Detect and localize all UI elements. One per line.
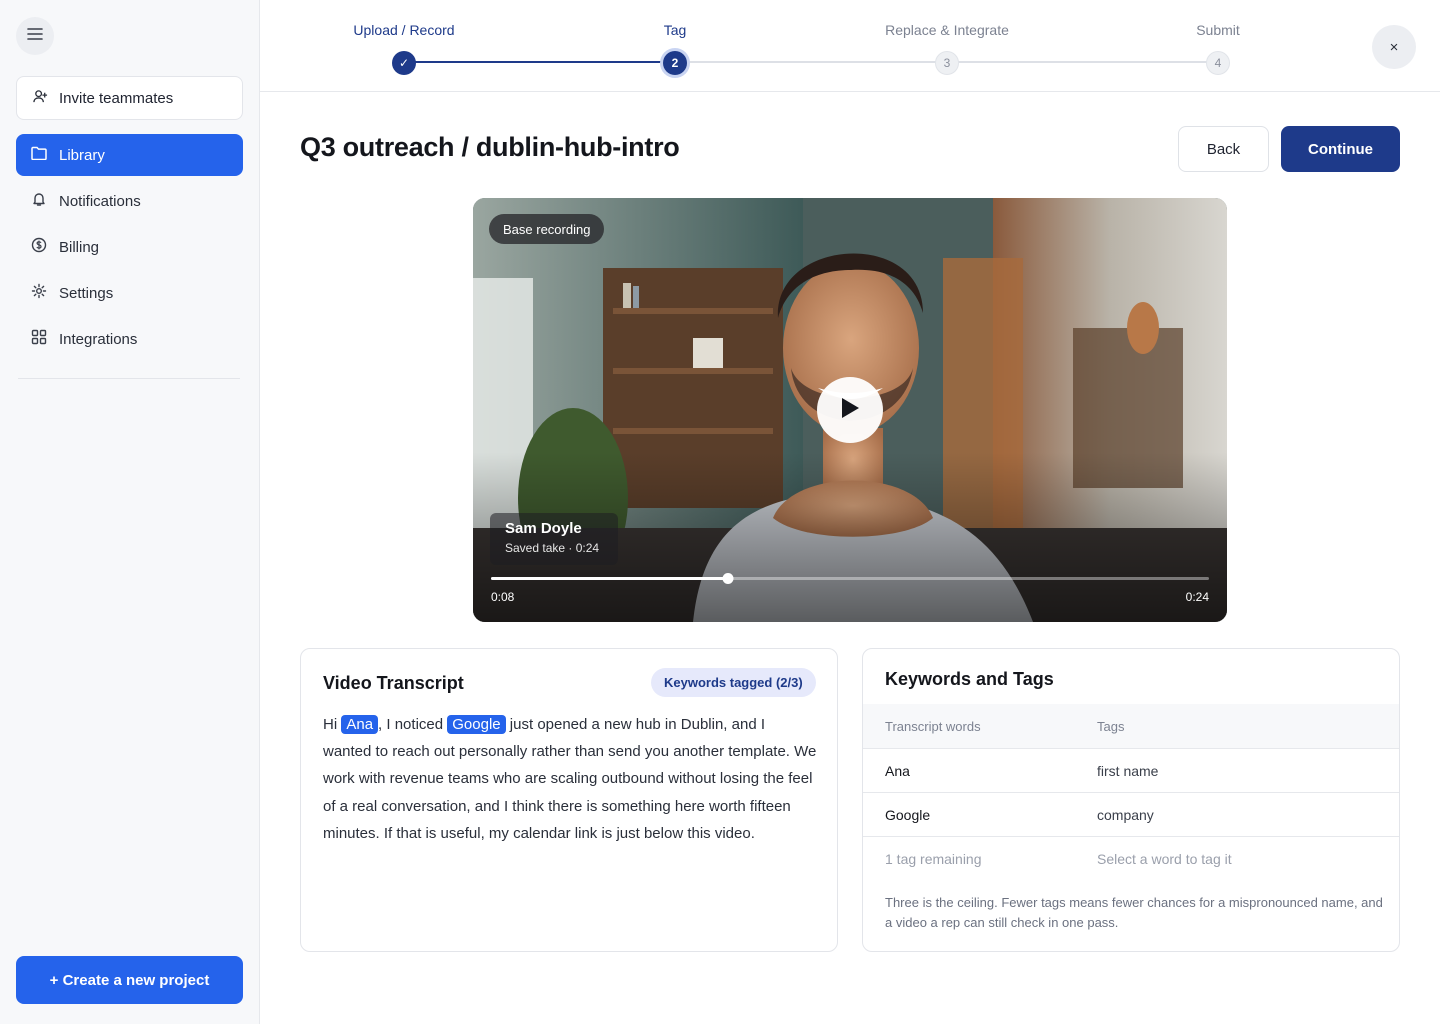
bell-icon: [31, 191, 47, 211]
sidebar-item-label: Billing: [59, 238, 100, 256]
sidebar: Invite teammates Library Notifications B…: [0, 0, 260, 1024]
sidebar-nav: Library Notifications Billing Settings I…: [16, 134, 243, 364]
play-icon: [839, 396, 861, 425]
step-submit-label[interactable]: Submit: [1196, 22, 1240, 38]
sidebar-item-label: Notifications: [59, 192, 141, 210]
dollar-circle-icon: [31, 237, 47, 257]
sidebar-item-integrations[interactable]: Integrations: [16, 318, 243, 360]
base-recording-badge: Base recording: [489, 214, 605, 244]
step-upload-record-check-icon[interactable]: ✓: [392, 51, 416, 75]
sidebar-item-library[interactable]: Library: [16, 134, 243, 176]
speaker-meta: Saved take · 0:24: [505, 541, 600, 555]
close-icon: ×: [1389, 38, 1399, 56]
continue-button[interactable]: Continue: [1281, 126, 1400, 172]
step-tag-marker[interactable]: 2: [663, 51, 687, 75]
table-row[interactable]: Ana first name: [863, 748, 1399, 792]
step-submit-marker[interactable]: 4: [1206, 51, 1230, 75]
sidebar-item-settings[interactable]: Settings: [16, 272, 243, 314]
sidebar-divider: [18, 378, 240, 379]
keywords-panel: Keywords and Tags Transcript words Tags …: [862, 648, 1400, 952]
tags-remaining-label: 1 tag remaining: [885, 850, 982, 867]
stepper-bar: Upload / Record ✓ Tag 2 Replace & Integr…: [260, 0, 1440, 92]
transcript-text: Hi Ana, I noticed Google just opened a n…: [323, 711, 817, 847]
add-user-icon: [33, 89, 48, 108]
select-word-hint: Select a word to tag it: [1097, 850, 1232, 867]
step-tag-label[interactable]: Tag: [664, 22, 687, 38]
keywords-note: Three is the ceiling. Fewer tags means f…: [885, 895, 1383, 930]
step-replace-integrate-label[interactable]: Replace & Integrate: [885, 22, 1009, 38]
table-row[interactable]: Google company: [863, 792, 1399, 836]
hamburger-icon: [27, 27, 43, 46]
play-button[interactable]: [817, 377, 883, 443]
menu-toggle-button[interactable]: [16, 17, 54, 55]
table-row-empty: 1 tag remaining Select a word to tag it: [863, 836, 1399, 880]
step-upload-record-label[interactable]: Upload / Record: [353, 22, 454, 38]
keyword-tag[interactable]: first name: [1097, 763, 1399, 779]
video-progress-fill: [491, 577, 728, 580]
sidebar-item-label: Integrations: [59, 330, 138, 348]
close-button[interactable]: ×: [1372, 25, 1416, 69]
invite-teammates-label: Invite teammates: [59, 89, 174, 107]
keywords-table: Transcript words Tags Ana first name Goo…: [863, 704, 1399, 880]
back-button[interactable]: Back: [1178, 126, 1269, 172]
sidebar-item-billing[interactable]: Billing: [16, 226, 243, 268]
keyword-word: Ana: [885, 762, 910, 779]
transcript-segment: , I noticed: [378, 716, 448, 733]
stepper-connector: [404, 61, 675, 63]
tagged-keyword[interactable]: Google: [447, 715, 506, 734]
keyword-tag[interactable]: company: [1097, 807, 1399, 823]
duration-time: 0:24: [1185, 590, 1209, 604]
transcript-title: Video Transcript: [323, 673, 464, 693]
page-title: Q3 outreach / dublin-hub-intro: [300, 132, 680, 162]
keyword-word: Google: [885, 806, 931, 823]
transcript-segment: Hi: [323, 716, 342, 733]
video-scrubber-handle[interactable]: [722, 573, 734, 584]
sidebar-item-label: Library: [59, 146, 105, 164]
step-replace-integrate-marker[interactable]: 3: [935, 51, 959, 75]
current-time: 0:08: [491, 590, 515, 604]
table-header: Transcript words Tags: [863, 704, 1399, 748]
invite-teammates-button[interactable]: Invite teammates: [16, 76, 243, 120]
sidebar-item-label: Settings: [59, 284, 114, 302]
video-progress-bar[interactable]: [491, 573, 1209, 584]
tagged-keyword[interactable]: Ana: [341, 715, 379, 734]
gear-icon: [31, 283, 47, 303]
folder-icon: [31, 146, 47, 164]
column-header-words: Transcript words: [885, 718, 981, 734]
column-header-tags: Tags: [1097, 718, 1125, 734]
transcript-panel: Video Transcript Keywords tagged (2/3) H…: [300, 648, 838, 952]
grid-icon: [31, 329, 47, 349]
create-project-button[interactable]: + Create a new project: [16, 956, 243, 1004]
speaker-card: Sam Doyle Saved take · 0:24: [490, 513, 618, 565]
sidebar-item-notifications[interactable]: Notifications: [16, 180, 243, 222]
keywords-title: Keywords and Tags: [885, 669, 1054, 689]
video-player[interactable]: Base recording Sam Doyle Saved take · 0:…: [473, 198, 1227, 622]
keywords-tagged-badge: Keywords tagged (2/3): [651, 668, 816, 697]
transcript-segment[interactable]: just opened a new hub in Dublin, and I w…: [323, 716, 816, 842]
speaker-name: Sam Doyle: [505, 520, 582, 537]
